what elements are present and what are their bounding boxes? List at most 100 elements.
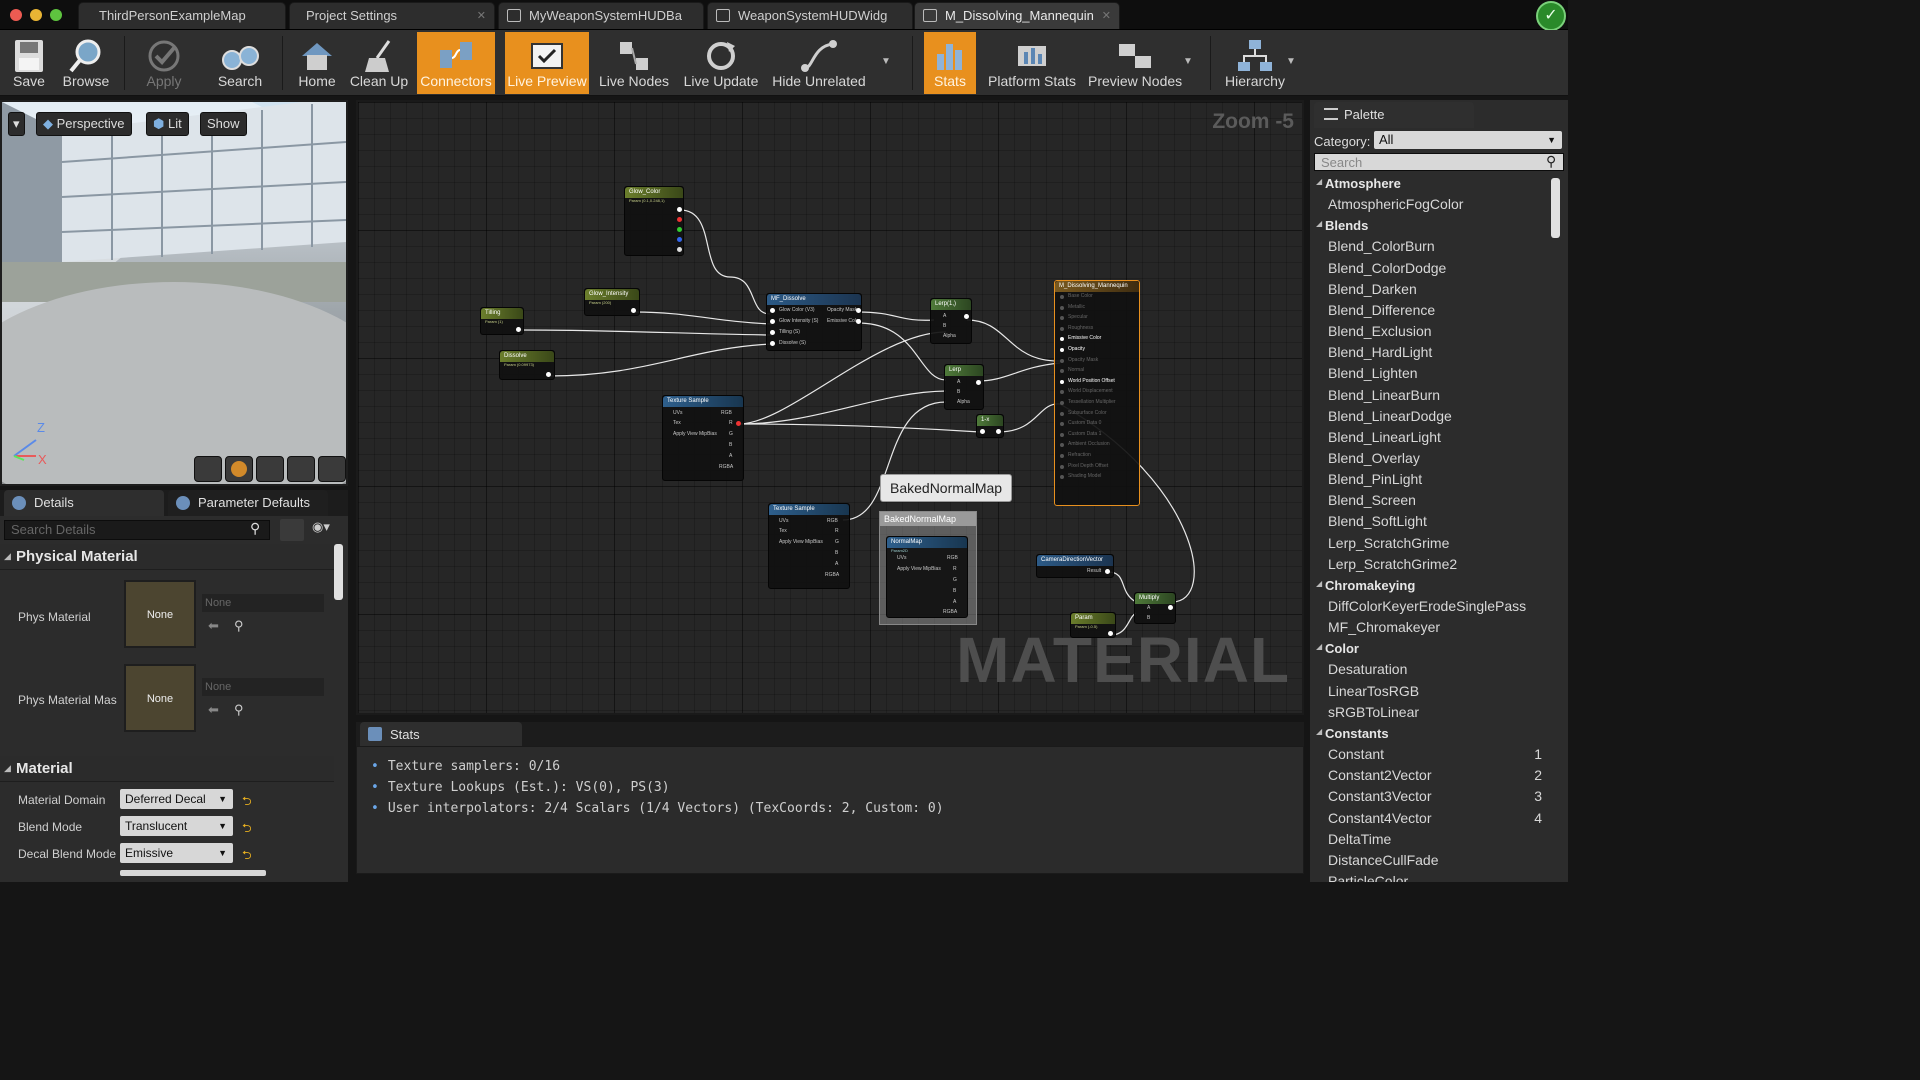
use-selected-arrow-icon[interactable]: ⬅ <box>208 618 219 634</box>
input-pin[interactable] <box>770 319 775 324</box>
node-lerp-2[interactable]: Lerp A B Alpha <box>944 364 984 410</box>
input-pin[interactable] <box>1060 337 1064 342</box>
browse-asset-icon[interactable]: ⚲ <box>234 618 244 634</box>
sphere-icon[interactable] <box>225 456 253 482</box>
output-pin-b[interactable] <box>677 237 682 242</box>
input-pin[interactable] <box>1060 443 1064 448</box>
home-button[interactable]: Home <box>292 32 342 94</box>
phys-material-mask-picker[interactable]: None <box>202 678 324 696</box>
next-property-field[interactable] <box>120 870 266 876</box>
palette-item[interactable]: Constant 1 <box>1310 745 1550 766</box>
palette-search-input[interactable]: Search <box>1314 153 1564 171</box>
palette-item[interactable]: Blend_Darken <box>1310 280 1550 301</box>
clean-up-button[interactable]: Clean Up <box>348 32 410 94</box>
node-camera-direction[interactable]: CameraDirectionVector Result <box>1036 554 1114 578</box>
phys-material-thumbnail[interactable]: None <box>124 580 196 648</box>
output-pin-g[interactable] <box>677 227 682 232</box>
palette-item[interactable]: Blend_LinearDodge <box>1310 407 1550 428</box>
hide-unrelated-button[interactable]: Hide Unrelated <box>770 32 868 94</box>
node-tilling[interactable]: Tilling Param (1) <box>480 307 524 335</box>
decal-blend-mode-select[interactable]: Emissive ▼ <box>120 843 233 863</box>
palette-category[interactable]: ◢ Atmosphere <box>1310 174 1550 195</box>
stats-button[interactable]: Stats <box>924 32 976 94</box>
tab-material[interactable]: M_Dissolving_Mannequin ✕ <box>914 2 1120 29</box>
palette-item[interactable]: DistanceCullFade <box>1310 851 1550 872</box>
input-pin[interactable] <box>1060 454 1064 458</box>
palette-item[interactable]: Blend_HardLight <box>1310 343 1550 364</box>
close-icon[interactable]: ✕ <box>1102 3 1111 29</box>
tab-hud-base[interactable]: MyWeaponSystemHUDBa <box>498 2 704 29</box>
palette-item[interactable]: Blend_LinearBurn <box>1310 386 1550 407</box>
palette-item[interactable]: Blend_SoftLight <box>1310 512 1550 533</box>
chevron-down-icon[interactable]: ▼ <box>881 56 891 67</box>
palette-item[interactable]: Constant2Vector 2 <box>1310 766 1550 787</box>
tab-thirdperson-map[interactable]: ThirdPersonExampleMap <box>78 2 286 29</box>
input-pin[interactable] <box>1060 379 1064 384</box>
material-category[interactable]: Material <box>0 756 334 782</box>
node-material-result[interactable]: M_Dissolving_Mannequin Base Color Metalli… <box>1054 280 1140 506</box>
teapot-icon[interactable] <box>318 456 346 482</box>
output-pin[interactable] <box>1108 631 1113 636</box>
input-pin[interactable] <box>1060 401 1064 405</box>
preview-nodes-button[interactable]: Preview Nodes <box>1088 32 1182 94</box>
perspective-button[interactable]: ◆ Perspective <box>36 112 132 136</box>
eye-icon[interactable]: ◉▾ <box>312 519 330 535</box>
input-pin[interactable] <box>1060 358 1064 363</box>
palette-item[interactable]: Desaturation <box>1310 660 1550 681</box>
input-pin[interactable] <box>1060 316 1064 321</box>
output-pin[interactable] <box>996 429 1001 434</box>
material-graph[interactable]: Zoom -5 MATERIAL Glow_Color Param (0.1,0… <box>356 100 1304 715</box>
palette-category[interactable]: ◢ Constants <box>1310 724 1550 745</box>
input-pin[interactable] <box>1060 295 1064 299</box>
node-texture-sample-1[interactable]: Texture Sample UVs Tex Apply View MipBia… <box>662 395 744 481</box>
browse-button[interactable]: Browse <box>58 32 114 94</box>
tab-stats[interactable]: Stats <box>360 722 522 748</box>
plane-icon[interactable] <box>256 456 284 482</box>
input-pin[interactable] <box>1060 464 1064 469</box>
palette-item[interactable]: Blend_Overlay <box>1310 449 1550 470</box>
node-multiply[interactable]: Multiply A B <box>1134 592 1176 624</box>
output-pin[interactable] <box>677 207 682 212</box>
category-select[interactable]: All ▼ <box>1374 131 1562 149</box>
node-dissolve[interactable]: Dissolve Param (0.09973) <box>499 350 555 380</box>
node-lerp-1[interactable]: Lerp(1,) A B Alpha <box>930 298 972 344</box>
input-pin[interactable] <box>1060 369 1064 374</box>
palette-item[interactable]: Blend_LinearLight <box>1310 428 1550 449</box>
output-pin[interactable] <box>964 314 969 319</box>
output-pin[interactable] <box>856 308 861 313</box>
blend-mode-select[interactable]: Translucent ▼ <box>120 816 233 836</box>
cylinder-icon[interactable] <box>194 456 222 482</box>
palette-item[interactable]: Blend_PinLight <box>1310 470 1550 491</box>
node-glow-color[interactable]: Glow_Color Param (0.1,0.248,1) <box>624 186 684 256</box>
chevron-down-icon[interactable]: ▼ <box>1183 56 1193 67</box>
tab-hud-widget[interactable]: WeaponSystemHUDWidg <box>707 2 913 29</box>
tab-project-settings[interactable]: Project Settings ✕ <box>289 2 495 29</box>
palette-item[interactable]: Blend_Screen <box>1310 491 1550 512</box>
chevron-down-icon[interactable]: ▼ <box>1286 56 1296 67</box>
palette-item[interactable]: ParticleColor <box>1310 872 1550 882</box>
palette-category[interactable]: ◢ Chromakeying <box>1310 576 1550 597</box>
input-pin[interactable] <box>1060 475 1064 480</box>
node-texture-sample-2[interactable]: Texture Sample UVs Tex Apply View MipBia… <box>768 503 850 589</box>
phys-material-mask-thumbnail[interactable]: None <box>124 664 196 732</box>
palette-item[interactable]: Blend_ColorBurn <box>1310 237 1550 258</box>
output-pin[interactable] <box>546 372 551 377</box>
palette-item[interactable]: Constant4Vector 4 <box>1310 809 1550 830</box>
palette-item[interactable]: LinearTosRGB <box>1310 682 1550 703</box>
save-button[interactable]: Save <box>4 32 54 94</box>
node-normal-map[interactable]: NormalMap Param2D UVs Apply View MipBias… <box>886 536 968 618</box>
hierarchy-button[interactable]: Hierarchy <box>1222 32 1288 94</box>
output-pin[interactable] <box>856 319 861 324</box>
close-icon[interactable]: ✕ <box>477 3 486 29</box>
unreal-logo-icon[interactable]: ✓ <box>1536 1 1566 31</box>
use-selected-arrow-icon[interactable]: ⬅ <box>208 702 219 718</box>
window-minimize-button[interactable] <box>30 9 42 21</box>
input-pin[interactable] <box>1060 432 1064 437</box>
palette-item[interactable]: Blend_Difference <box>1310 301 1550 322</box>
palette-item[interactable]: Blend_ColorDodge <box>1310 259 1550 280</box>
phys-material-picker[interactable]: None <box>202 594 324 612</box>
output-pin-r[interactable] <box>736 421 741 426</box>
input-pin[interactable] <box>770 308 775 313</box>
input-pin[interactable] <box>1060 305 1064 310</box>
output-pin[interactable] <box>631 308 636 313</box>
